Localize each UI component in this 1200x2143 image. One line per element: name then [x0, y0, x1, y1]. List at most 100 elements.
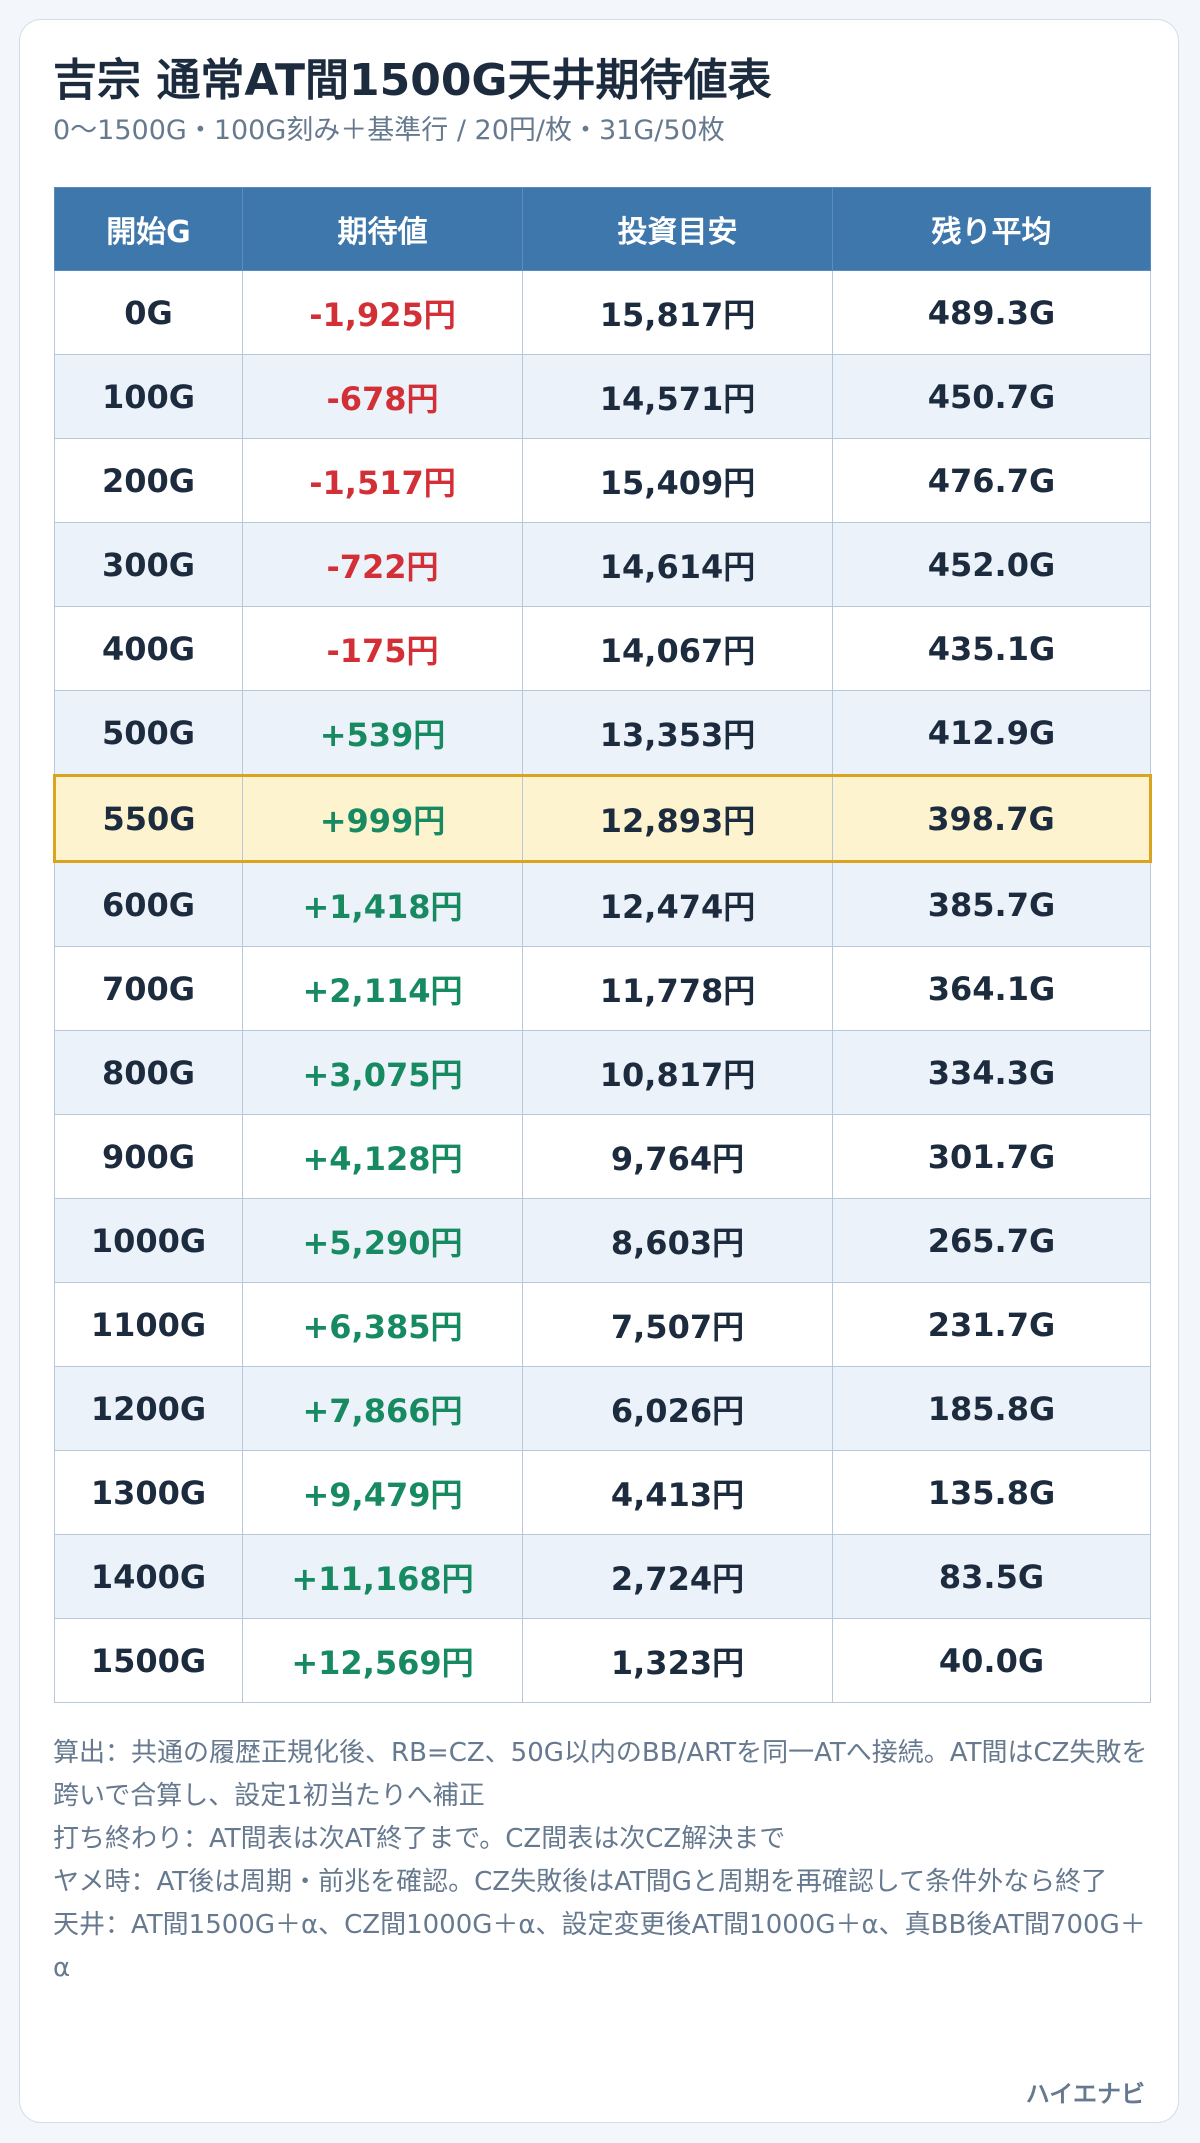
header-start-game: 開始G — [54, 187, 243, 271]
notes: 算出：共通の履歴正規化後、RB=CZ、50G以内のBB/ARTを同一ATへ接続。… — [53, 1732, 1153, 1990]
start-game-cell: 1200G — [54, 1366, 243, 1451]
expected-value-cell: +539円 — [242, 690, 523, 776]
investment-cell: 2,724円 — [522, 1534, 833, 1619]
remaining-avg-cell: 476.7G — [832, 438, 1151, 523]
table-row: 100G -678円 14,571円 450.7G — [54, 354, 1151, 439]
start-game-cell: 200G — [54, 438, 243, 523]
investment-cell: 9,764円 — [522, 1114, 833, 1199]
remaining-avg-cell: 301.7G — [832, 1114, 1151, 1199]
table-row: 900G +4,128円 9,764円 301.7G — [54, 1114, 1151, 1199]
investment-cell: 14,067円 — [522, 606, 833, 691]
table-row: 200G -1,517円 15,409円 476.7G — [54, 438, 1151, 523]
investment-cell: 7,507円 — [522, 1282, 833, 1367]
expected-value-table: 開始G 期待値 投資目安 残り平均 0G -1,925円 15,817円 489.3G… — [53, 187, 1152, 1703]
table-row: 400G -175円 14,067円 435.1G — [54, 606, 1151, 691]
table-row: 300G -722円 14,614円 452.0G — [54, 522, 1151, 607]
expected-value-cell: -175円 — [242, 606, 523, 691]
table-row: 800G +3,075円 10,817円 334.3G — [54, 1030, 1151, 1115]
page-subtitle: 0〜1500G・100G刻み＋基準行 / 20円/枚・31G/50枚 — [53, 115, 725, 146]
header-expected-value: 期待値 — [242, 187, 523, 271]
start-game-cell: 1100G — [54, 1282, 243, 1367]
expected-value-cell: -1,925円 — [242, 270, 523, 355]
remaining-avg-cell: 185.8G — [832, 1366, 1151, 1451]
start-game-cell: 1500G — [54, 1618, 243, 1703]
start-game-cell: 900G — [54, 1114, 243, 1199]
table-row: 1500G +12,569円 1,323円 40.0G — [54, 1618, 1151, 1703]
table-row: 1100G +6,385円 7,507円 231.7G — [54, 1282, 1151, 1367]
note-stop-point: 打ち終わり：AT間表は次AT終了まで。CZ間表は次CZ解決まで — [53, 1824, 786, 1854]
expected-value-cell: +4,128円 — [242, 1114, 523, 1199]
start-game-cell: 550G — [53, 774, 243, 863]
start-game-cell: 500G — [54, 690, 243, 776]
table-header-row: 開始G 期待値 投資目安 残り平均 — [54, 187, 1151, 271]
remaining-avg-cell: 412.9G — [832, 690, 1151, 776]
table-row: 1200G +7,866円 6,026円 185.8G — [54, 1366, 1151, 1451]
table-row: 500G +539円 13,353円 412.9G — [54, 690, 1151, 776]
ev-table-card: 吉宗 通常AT間1500G天井期待値表 0〜1500G・100G刻み＋基準行 /… — [19, 19, 1179, 2123]
investment-cell: 12,474円 — [522, 861, 833, 947]
table-row: 600G +1,418円 12,474円 385.7G — [54, 861, 1151, 947]
start-game-cell: 100G — [54, 354, 243, 439]
remaining-avg-cell: 83.5G — [832, 1534, 1151, 1619]
investment-cell: 13,353円 — [522, 690, 833, 776]
remaining-avg-cell: 364.1G — [832, 946, 1151, 1031]
table-row: 1000G +5,290円 8,603円 265.7G — [54, 1198, 1151, 1283]
remaining-avg-cell: 489.3G — [832, 270, 1151, 355]
start-game-cell: 1400G — [54, 1534, 243, 1619]
expected-value-cell: +999円 — [242, 774, 523, 863]
investment-cell: 15,817円 — [522, 270, 833, 355]
remaining-avg-cell: 40.0G — [832, 1618, 1151, 1703]
investment-cell: 1,323円 — [522, 1618, 833, 1703]
expected-value-cell: +6,385円 — [242, 1282, 523, 1367]
expected-value-cell: +7,866円 — [242, 1366, 523, 1451]
investment-cell: 14,571円 — [522, 354, 833, 439]
remaining-avg-cell: 435.1G — [832, 606, 1151, 691]
remaining-avg-cell: 334.3G — [832, 1030, 1151, 1115]
expected-value-cell: +12,569円 — [242, 1618, 523, 1703]
expected-value-cell: +2,114円 — [242, 946, 523, 1031]
remaining-avg-cell: 231.7G — [832, 1282, 1151, 1367]
remaining-avg-cell: 265.7G — [832, 1198, 1151, 1283]
expected-value-cell: -1,517円 — [242, 438, 523, 523]
investment-cell: 12,893円 — [522, 774, 833, 863]
note-calculation: 算出：共通の履歴正規化後、RB=CZ、50G以内のBB/ARTを同一ATへ接続。… — [53, 1738, 1148, 1811]
expected-value-cell: +9,479円 — [242, 1450, 523, 1535]
header-investment: 投資目安 — [522, 187, 833, 271]
table-body: 0G -1,925円 15,817円 489.3G 100G -678円 14,571円 45… — [53, 270, 1152, 1703]
start-game-cell: 600G — [54, 861, 243, 947]
remaining-avg-cell: 452.0G — [832, 522, 1151, 607]
start-game-cell: 700G — [54, 946, 243, 1031]
table-row: 0G -1,925円 15,817円 489.3G — [54, 270, 1151, 355]
investment-cell: 4,413円 — [522, 1450, 833, 1535]
expected-value-cell: +3,075円 — [242, 1030, 523, 1115]
start-game-cell: 0G — [54, 270, 243, 355]
start-game-cell: 1300G — [54, 1450, 243, 1535]
remaining-avg-cell: 135.8G — [832, 1450, 1151, 1535]
remaining-avg-cell: 398.7G — [832, 774, 1152, 863]
header-remaining-avg: 残り平均 — [832, 187, 1151, 271]
expected-value-cell: -678円 — [242, 354, 523, 439]
table-row: 1300G +9,479円 4,413円 135.8G — [54, 1450, 1151, 1535]
note-ceiling: 天井：AT間1500G＋α、CZ間1000G＋α、設定変更後AT間1000G＋α… — [53, 1910, 1146, 1983]
table-row-highlighted: 550G +999円 12,893円 398.7G — [53, 774, 1152, 863]
start-game-cell: 800G — [54, 1030, 243, 1115]
brand-label: ハイエナビ — [1025, 2080, 1145, 2108]
start-game-cell: 1000G — [54, 1198, 243, 1283]
investment-cell: 8,603円 — [522, 1198, 833, 1283]
expected-value-cell: +5,290円 — [242, 1198, 523, 1283]
expected-value-cell: +11,168円 — [242, 1534, 523, 1619]
table-row: 700G +2,114円 11,778円 364.1G — [54, 946, 1151, 1031]
remaining-avg-cell: 450.7G — [832, 354, 1151, 439]
page-title: 吉宗 通常AT間1500G天井期待値表 — [53, 55, 772, 106]
investment-cell: 14,614円 — [522, 522, 833, 607]
expected-value-cell: +1,418円 — [242, 861, 523, 947]
table-row: 1400G +11,168円 2,724円 83.5G — [54, 1534, 1151, 1619]
start-game-cell: 300G — [54, 522, 243, 607]
investment-cell: 11,778円 — [522, 946, 833, 1031]
remaining-avg-cell: 385.7G — [832, 861, 1151, 947]
investment-cell: 15,409円 — [522, 438, 833, 523]
investment-cell: 6,026円 — [522, 1366, 833, 1451]
expected-value-cell: -722円 — [242, 522, 523, 607]
investment-cell: 10,817円 — [522, 1030, 833, 1115]
note-quit-timing: ヤメ時：AT後は周期・前兆を確認。CZ失敗後はAT間Gと周期を再確認して条件外な… — [53, 1867, 1108, 1897]
